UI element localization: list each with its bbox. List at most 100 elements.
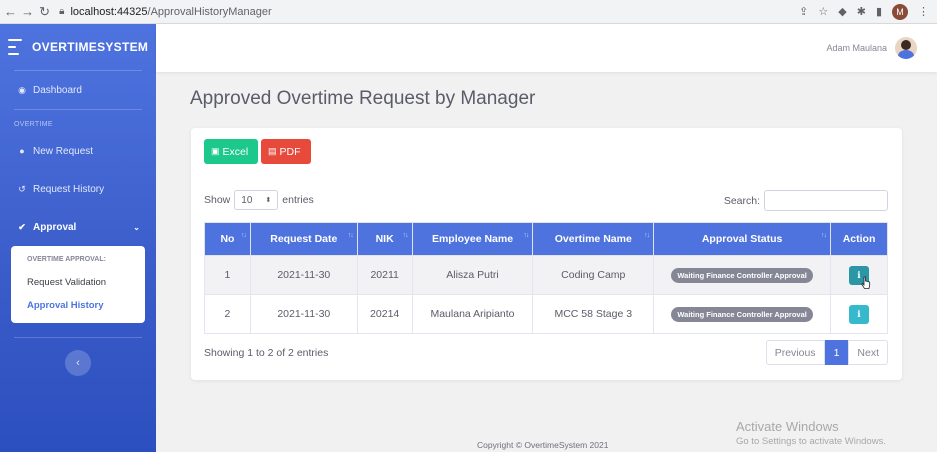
url-path: /ApprovalHistoryManager xyxy=(147,5,272,18)
sort-icon: ↑↓ xyxy=(347,232,354,239)
puzzle-icon[interactable]: ✱ xyxy=(857,5,866,18)
footer-copyright: Copyright © OvertimeSystem 2021 xyxy=(477,440,609,450)
sidebar-brand[interactable]: OVERTIMESYSTEM xyxy=(0,24,156,70)
pagination-next[interactable]: Next xyxy=(848,340,888,365)
mouse-cursor-icon xyxy=(861,276,871,289)
share-icon[interactable]: ⇪ xyxy=(799,5,808,18)
cell-request-date: 2021-11-30 xyxy=(249,255,358,295)
header-label: Overtime Name xyxy=(554,233,632,245)
cell-approval-status: Waiting Finance Controller Approval xyxy=(653,294,832,334)
column-header-request-date[interactable]: Request Date ↑↓ xyxy=(249,222,358,256)
cell-no: 1 xyxy=(204,255,251,295)
profile-avatar[interactable]: M xyxy=(892,3,908,20)
approval-history-table: No ↑↓ Request Date ↑↓ NIK ↑↓ Employee Name ↑… xyxy=(204,222,888,334)
cell-nik: 20214 xyxy=(356,294,413,334)
sidebar: OVERTIMESYSTEM ◉ Dashboard OVERTIME ● Ne… xyxy=(0,24,156,452)
sidebar-item-request-history[interactable]: ↺ Request History xyxy=(0,170,156,208)
table-header-row: No ↑↓ Request Date ↑↓ NIK ↑↓ Employee Name ↑… xyxy=(204,222,888,256)
entries-select[interactable]: 10 ⬍ xyxy=(234,190,279,210)
entries-select-value: 10 xyxy=(241,194,253,206)
entries-length-control: Show 10 ⬍ entries xyxy=(204,190,314,210)
sidepanel-icon[interactable]: ▮ xyxy=(876,5,882,18)
pagination-previous[interactable]: Previous xyxy=(765,340,825,365)
file-excel-icon: ▣ xyxy=(211,146,220,156)
cell-employee-name: Maulana Aripianto xyxy=(411,294,534,334)
watermark-line-2: Go to Settings to activate Windows. xyxy=(736,436,886,447)
file-pdf-icon: ▤ xyxy=(268,146,277,156)
sidebar-toggle-button[interactable]: ‹ xyxy=(65,350,91,376)
info-icon: ℹ xyxy=(857,308,861,319)
show-label: Show xyxy=(204,194,231,206)
cell-overtime-name: Coding Camp xyxy=(532,255,655,295)
cell-employee-name: Alisza Putri xyxy=(411,255,534,295)
column-header-employee-name[interactable]: Employee Name ↑↓ xyxy=(411,222,534,256)
cell-no: 2 xyxy=(204,294,251,334)
sort-icon: ↑↓ xyxy=(402,232,409,239)
excel-export-button[interactable]: ▣ Excel xyxy=(204,139,258,164)
table-search: Search: xyxy=(724,190,888,211)
header-label: NIK xyxy=(375,233,394,245)
bookmark-star-icon[interactable]: ☆ xyxy=(818,5,828,18)
approval-submenu: OVERTIME APPROVAL: Request Validation Ap… xyxy=(11,246,145,323)
cell-request-date: 2021-11-30 xyxy=(249,294,358,334)
header-label: Approval Status xyxy=(701,233,783,245)
column-header-no[interactable]: No ↑↓ xyxy=(204,222,251,256)
chevron-down-icon: ⌄ xyxy=(133,222,140,232)
search-label: Search: xyxy=(723,194,760,207)
url-host: localhost:44325 xyxy=(70,5,148,18)
table-row: 1 2021-11-30 20211 Alisza Putri Coding C… xyxy=(204,255,888,295)
table-row: 2 2021-11-30 20214 Maulana Aripianto MCC… xyxy=(204,294,888,334)
sidebar-item-label: Request History xyxy=(33,183,105,195)
dashboard-icon: ◉ xyxy=(18,84,26,95)
plus-circle-icon: ● xyxy=(19,146,25,156)
info-button[interactable]: ℹ xyxy=(849,304,870,324)
back-icon[interactable]: ← xyxy=(4,2,17,22)
address-bar[interactable]: 🔒︎ localhost:44325/ApprovalHistoryManage… xyxy=(59,2,800,21)
sidebar-item-label: Dashboard xyxy=(33,84,82,96)
entries-label: entries xyxy=(282,194,314,206)
sidebar-item-dashboard[interactable]: ◉ Dashboard xyxy=(0,71,156,109)
user-name[interactable]: Adam Maulana xyxy=(826,43,887,53)
header-label: Request Date xyxy=(270,233,338,245)
reload-icon[interactable]: ↻ xyxy=(38,2,51,22)
page-title: Approved Overtime Request by Manager xyxy=(190,88,536,109)
cell-approval-status: Waiting Finance Controller Approval xyxy=(653,255,832,295)
column-header-approval-status[interactable]: Approval Status ↑↓ xyxy=(653,222,832,256)
windows-activation-watermark: Activate Windows Go to Settings to activ… xyxy=(736,419,886,447)
pagination: Previous 1 Next xyxy=(765,340,888,365)
extension-icon[interactable]: ◆ xyxy=(838,5,846,18)
pagination-page-1[interactable]: 1 xyxy=(824,340,849,365)
select-arrows-icon: ⬍ xyxy=(265,197,272,204)
sort-icon: ↑↓ xyxy=(523,232,529,239)
pdf-export-button[interactable]: ▤ PDF xyxy=(261,139,311,164)
lock-icon: 🔒︎ xyxy=(59,6,65,17)
brand-title: OVERTIMESYSTEM xyxy=(32,40,149,54)
submenu-header: OVERTIME APPROVAL: xyxy=(27,256,106,263)
header-label: Action xyxy=(842,233,876,245)
topbar: Adam Maulana xyxy=(156,24,937,72)
submenu-item-approval-history[interactable]: Approval History xyxy=(11,294,145,317)
column-header-action: Action xyxy=(830,222,888,256)
submenu-item-request-validation[interactable]: Request Validation xyxy=(11,271,145,294)
sort-icon: ↑↓ xyxy=(644,232,650,239)
sidebar-divider xyxy=(14,337,142,338)
column-header-nik[interactable]: NIK ↑↓ xyxy=(356,222,413,256)
cell-nik: 20211 xyxy=(356,255,413,295)
sidebar-item-new-request[interactable]: ● New Request xyxy=(0,132,156,170)
column-header-overtime-name[interactable]: Overtime Name ↑↓ xyxy=(532,222,655,256)
browser-toolbar: ← → ↻ 🔒︎ localhost:44325/ApprovalHistory… xyxy=(0,0,937,24)
kebab-menu-icon[interactable]: ⋮ xyxy=(918,5,929,18)
cell-overtime-name: MCC 58 Stage 3 xyxy=(532,294,655,334)
data-table-card: ▣ Excel ▤ PDF Show 10 ⬍ entries Search: … xyxy=(191,128,902,380)
user-avatar[interactable] xyxy=(895,37,917,59)
sidebar-item-label: Approval xyxy=(33,221,77,233)
forward-icon[interactable]: → xyxy=(21,2,34,22)
check-circle-icon: ✔ xyxy=(18,221,26,232)
search-input[interactable] xyxy=(764,190,888,211)
header-label: No xyxy=(220,233,235,245)
sidebar-item-approval[interactable]: ✔ Approval ⌄ xyxy=(0,208,156,246)
table-info: Showing 1 to 2 of 2 entries xyxy=(204,347,329,359)
cell-action: ℹ xyxy=(830,294,888,334)
sidebar-heading: OVERTIME xyxy=(14,121,53,128)
menu-icon xyxy=(8,39,22,55)
